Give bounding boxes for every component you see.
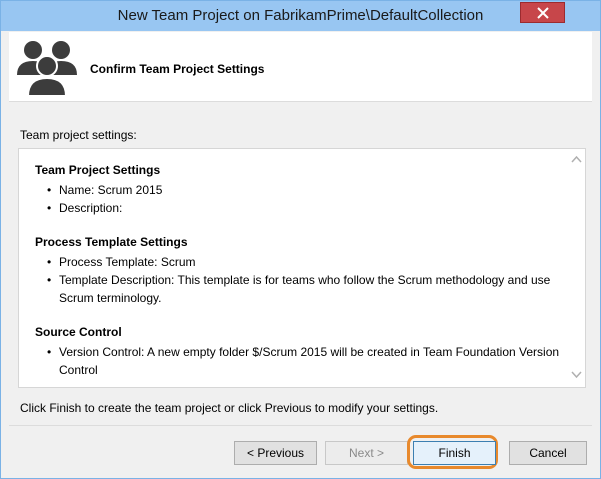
summary-content: Team Project Settings Name: Scrum 2015 D… [35,163,565,397]
close-icon [537,7,549,19]
bullet-list: Process Template: Scrum Template Descrip… [35,253,565,307]
vertical-scrollbar[interactable] [568,149,585,387]
list-item: Template Description: This template is f… [35,271,565,307]
bullet-list: Name: Scrum 2015 Description: [35,181,565,217]
close-button[interactable] [520,2,565,23]
settings-label: Team project settings: [20,128,137,142]
instruction-text: Click Finish to create the team project … [20,401,439,415]
section-team-project-settings: Team Project Settings Name: Scrum 2015 D… [35,163,565,217]
header-panel: Confirm Team Project Settings [9,32,592,102]
section-heading: Source Control [35,325,122,339]
button-bar: < Previous Next > Finish Cancel [9,425,592,473]
previous-button[interactable]: < Previous [234,441,317,465]
finish-button[interactable]: Finish [413,441,496,465]
scroll-up-icon[interactable] [571,155,582,163]
page-title: Confirm Team Project Settings [90,62,265,76]
list-item: Process Template: Scrum [35,253,565,271]
cancel-button[interactable]: Cancel [509,441,587,465]
title-bar[interactable]: New Team Project on FabrikamPrime\Defaul… [1,1,600,31]
team-icon [17,41,77,97]
content-panel: Team project settings: Team Project Sett… [9,102,592,424]
list-item: Name: Scrum 2015 [35,181,565,199]
list-item: Description: [35,199,565,217]
list-item: Version Control: A new empty folder $/Sc… [35,343,565,379]
section-source-control: Source Control Version Control: A new em… [35,325,565,379]
new-team-project-dialog: New Team Project on FabrikamPrime\Defaul… [0,0,601,479]
settings-summary-box[interactable]: Team Project Settings Name: Scrum 2015 D… [18,148,586,388]
section-process-template-settings: Process Template Settings Process Templa… [35,235,565,307]
scroll-down-icon[interactable] [571,371,582,379]
next-button[interactable]: Next > [325,441,408,465]
window-title: New Team Project on FabrikamPrime\Defaul… [117,7,484,24]
section-heading: Team Project Settings [35,163,161,177]
section-heading: Process Template Settings [35,235,188,249]
bullet-list: Version Control: A new empty folder $/Sc… [35,343,565,379]
